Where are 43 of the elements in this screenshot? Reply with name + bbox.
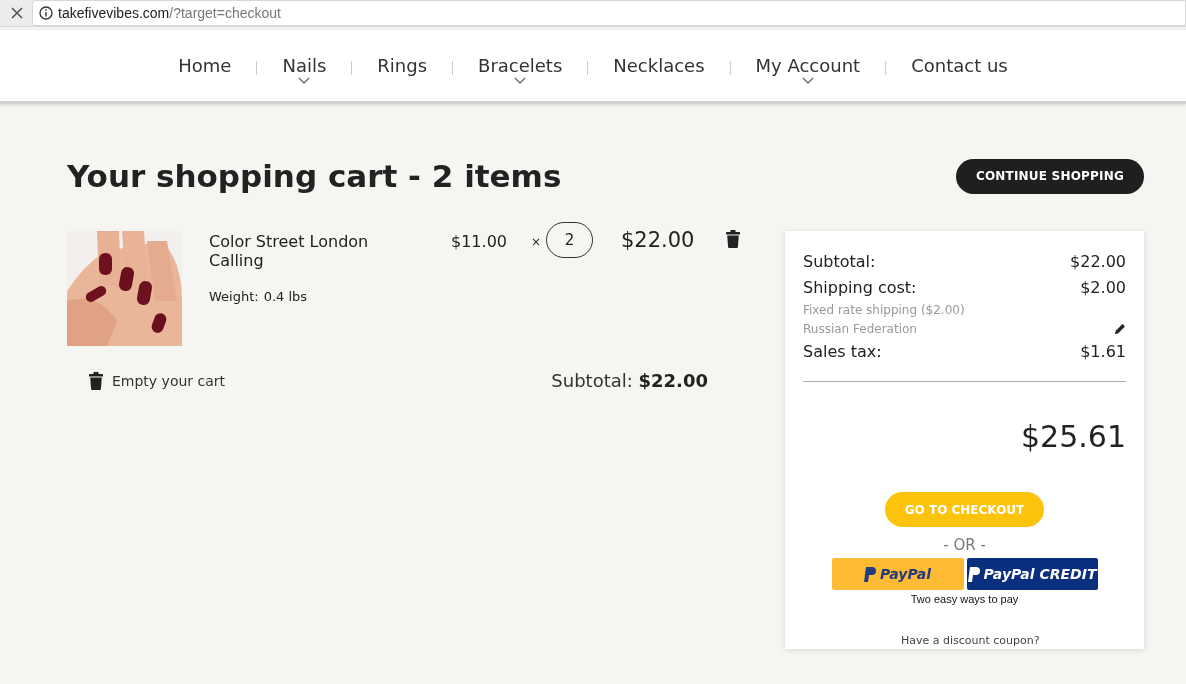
order-total: $25.61 <box>1020 419 1126 454</box>
quantity-field[interactable]: 2 <box>546 222 593 258</box>
summary-amount: $1.61 <box>1080 341 1126 361</box>
summary-amount: $22.00 <box>1070 251 1126 271</box>
nav-link[interactable]: Nails <box>282 55 327 84</box>
nav-link[interactable]: Necklaces <box>613 55 705 76</box>
nav-link[interactable]: Bracelets <box>478 55 563 84</box>
continue-shopping-button[interactable]: CONTINUE SHOPPING <box>955 158 1144 194</box>
paypal-logo-icon <box>967 566 980 582</box>
paypal-button[interactable]: PayPal <box>831 558 964 590</box>
paypal-credit-button[interactable]: PayPal CREDIT <box>966 558 1098 590</box>
nav-link[interactable]: Rings <box>377 55 428 76</box>
nav-link[interactable]: Home <box>178 55 232 76</box>
empty-cart-button[interactable]: Empty your cart <box>89 371 226 390</box>
summary-label: Shipping cost: <box>803 277 917 297</box>
weight-label: Weight: <box>209 289 259 304</box>
summary-amount: $2.00 <box>1080 277 1126 297</box>
product-name[interactable]: Color Street London Calling <box>209 232 384 270</box>
times-sign: × <box>531 235 543 249</box>
summary-label: Subtotal: <box>803 251 876 271</box>
nav-link[interactable]: My Account <box>755 55 861 84</box>
paypal-logo-icon <box>863 566 876 582</box>
or-divider-text: - OR - <box>942 536 987 554</box>
page-title: Your shopping cart - 2 items <box>67 158 562 194</box>
trash-icon[interactable] <box>726 230 740 248</box>
info-icon[interactable] <box>39 6 53 20</box>
unit-price: $11.00 <box>451 231 508 251</box>
chevron-down-icon[interactable] <box>514 77 527 84</box>
summary-label: Sales tax: <box>803 341 882 361</box>
close-icon[interactable] <box>10 6 24 20</box>
shipping-note: Fixed rate shipping ($2.00) <box>803 302 965 317</box>
weight-value: 0.4 lbs <box>263 289 308 304</box>
discount-coupon-link[interactable]: Have a discount coupon? <box>901 634 1040 647</box>
line-total: $22.00 <box>621 228 696 252</box>
nav-link[interactable]: Contact us <box>911 55 1008 76</box>
trash-icon <box>89 371 103 390</box>
paypal-note: Two easy ways to pay <box>909 593 1020 605</box>
cart-subtotal: Subtotal: $22.00 <box>551 370 708 391</box>
pencil-icon[interactable] <box>1114 322 1126 335</box>
chevron-down-icon[interactable] <box>298 77 311 84</box>
address-field[interactable]: takefivevibes.com/?target=checkout <box>32 0 1186 26</box>
shipping-note: Russian Federation <box>803 321 917 336</box>
chevron-down-icon[interactable] <box>801 77 814 84</box>
